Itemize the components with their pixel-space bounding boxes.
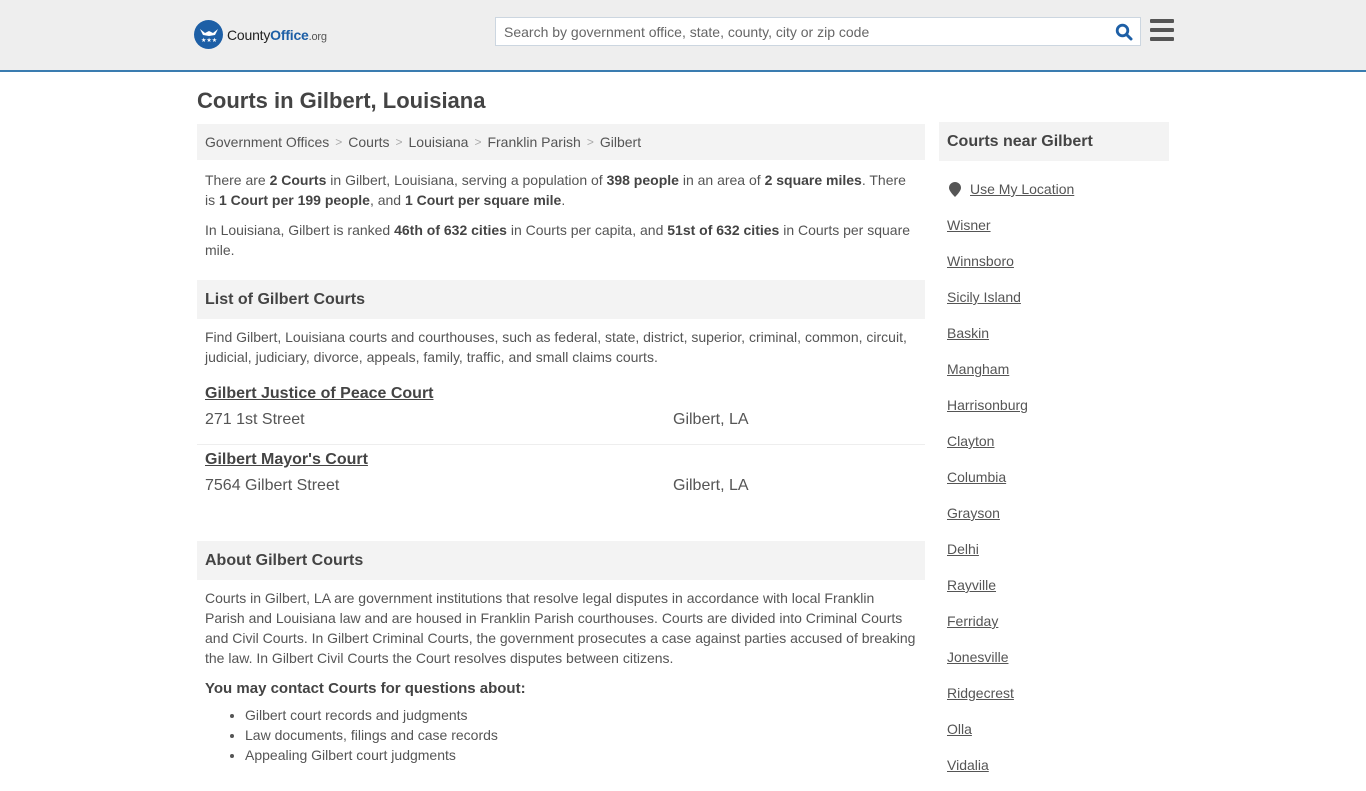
breadcrumb-separator: > xyxy=(335,135,343,149)
list-description: Find Gilbert, Louisiana courts and court… xyxy=(205,329,907,365)
list-item: Appealing Gilbert court judgments xyxy=(245,745,925,765)
sidebar-heading: Courts near Gilbert xyxy=(939,122,1169,161)
court-address: 271 1st Street xyxy=(205,411,305,428)
sidebar-city-link[interactable]: Winnsboro xyxy=(939,251,1169,287)
use-location: Use My Location xyxy=(939,179,1169,199)
sidebar-city-link[interactable]: Vidalia xyxy=(939,755,1169,791)
summary-paragraph: There are 2 Courts in Gilbert, Louisiana… xyxy=(205,172,906,208)
breadcrumb-gilbert[interactable]: Gilbert xyxy=(600,134,641,150)
sidebar-city-link[interactable]: Wisner xyxy=(939,215,1169,251)
court-city: Gilbert, LA xyxy=(673,477,749,494)
ranking-paragraph: In Louisiana, Gilbert is ranked 46th of … xyxy=(205,222,911,258)
breadcrumb-louisiana[interactable]: Louisiana xyxy=(409,134,469,150)
sidebar-city-link[interactable]: Rayville xyxy=(939,575,1169,611)
search-bar xyxy=(495,17,1141,46)
use-my-location-link[interactable]: Use My Location xyxy=(970,181,1074,197)
map-marker-icon xyxy=(949,181,961,197)
about-section-heading: About Gilbert Courts xyxy=(197,541,925,580)
list-item: Gilbert Mayor's Court 7564 Gilbert Stree… xyxy=(197,444,925,509)
breadcrumb-separator: > xyxy=(474,135,482,149)
breadcrumb: Government Offices > Courts > Louisiana > F… xyxy=(197,124,925,160)
page-title: Courts in Gilbert, Louisiana xyxy=(197,88,486,113)
search-icon xyxy=(1115,23,1133,40)
site-header: ★★★ CountyOffice.org xyxy=(0,0,1366,72)
court-name-link[interactable]: Gilbert Justice of Peace Court xyxy=(205,385,434,403)
sidebar-city-link[interactable]: Baskin xyxy=(939,323,1169,359)
svg-text:★★★: ★★★ xyxy=(201,37,217,44)
list-item: Gilbert Justice of Peace Court 271 1st S… xyxy=(197,379,925,444)
contact-topics-list: Gilbert court records and judgments Law … xyxy=(197,705,925,765)
list-item: Law documents, filings and case records xyxy=(245,725,925,745)
sidebar-city-link[interactable]: Ferriday xyxy=(939,611,1169,647)
sidebar-city-link[interactable]: Columbia xyxy=(939,467,1169,503)
sidebar-city-link[interactable]: Harrisonburg xyxy=(939,395,1169,431)
contact-heading: You may contact Courts for questions abo… xyxy=(205,680,526,697)
about-body: Courts in Gilbert, LA are government ins… xyxy=(205,590,916,666)
breadcrumb-government-offices[interactable]: Government Offices xyxy=(205,134,329,150)
breadcrumb-franklin-parish[interactable]: Franklin Parish xyxy=(487,134,580,150)
breadcrumb-courts[interactable]: Courts xyxy=(348,134,389,150)
list-item: Gilbert court records and judgments xyxy=(245,705,925,725)
nearby-cities-list: Wisner Winnsboro Sicily Island Baskin Mangha… xyxy=(939,215,1169,791)
search-button[interactable] xyxy=(1108,18,1140,45)
sidebar-city-link[interactable]: Ridgecrest xyxy=(939,683,1169,719)
court-city: Gilbert, LA xyxy=(673,411,749,428)
court-name-link[interactable]: Gilbert Mayor's Court xyxy=(205,451,368,469)
logo-text: CountyOffice.org xyxy=(227,26,327,43)
sidebar-city-link[interactable]: Grayson xyxy=(939,503,1169,539)
breadcrumb-separator: > xyxy=(395,135,403,149)
sidebar: Courts near Gilbert Use My Location Wisn… xyxy=(939,122,1169,791)
breadcrumb-separator: > xyxy=(586,135,594,149)
search-input[interactable] xyxy=(496,18,1108,45)
sidebar-city-link[interactable]: Delhi xyxy=(939,539,1169,575)
sidebar-city-link[interactable]: Mangham xyxy=(939,359,1169,395)
list-section-heading: List of Gilbert Courts xyxy=(197,280,925,319)
sidebar-city-link[interactable]: Sicily Island xyxy=(939,287,1169,323)
court-address: 7564 Gilbert Street xyxy=(205,477,340,494)
main-content: Government Offices > Courts > Louisiana > F… xyxy=(197,124,925,765)
sidebar-city-link[interactable]: Jonesville xyxy=(939,647,1169,683)
court-list: Gilbert Justice of Peace Court 271 1st S… xyxy=(197,379,925,509)
sidebar-city-link[interactable]: Olla xyxy=(939,719,1169,755)
sidebar-city-link[interactable]: Clayton xyxy=(939,431,1169,467)
hamburger-menu-icon[interactable] xyxy=(1150,19,1174,41)
eagle-logo-icon: ★★★ xyxy=(194,20,223,49)
logo-link[interactable]: ★★★ CountyOffice.org xyxy=(194,20,327,49)
